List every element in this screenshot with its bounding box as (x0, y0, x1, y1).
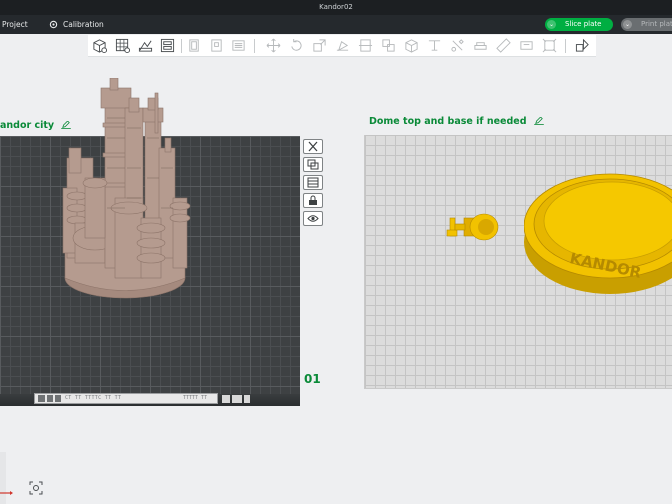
list-icon[interactable] (231, 38, 246, 53)
calibration-icon (49, 20, 58, 29)
slice-plate-label: Slice plate (565, 20, 602, 28)
plate-label: CT TT TTTTC TT TT TTTTT TT (34, 393, 218, 404)
axis-indicator-icon (0, 491, 13, 495)
auto-orient-icon[interactable] (138, 38, 153, 53)
text-icon[interactable] (519, 38, 534, 53)
split-icon[interactable] (381, 38, 396, 53)
plate-2-name: Dome top and base if needed (369, 116, 527, 127)
knob-model[interactable] (444, 208, 500, 244)
menu-project[interactable]: Project (2, 15, 28, 34)
add-plate-icon[interactable] (115, 38, 130, 53)
remove-plate-button[interactable] (303, 139, 323, 154)
rotate-icon[interactable] (289, 38, 304, 53)
toolbar-divider (565, 39, 566, 53)
boolean-icon[interactable] (404, 38, 419, 53)
city-model[interactable] (55, 78, 205, 310)
plate-label-text: CT TT TTTTC TT TT (65, 395, 122, 401)
slice-plate-button[interactable]: ⌄ Slice plate (545, 18, 613, 31)
chevron-down-icon[interactable]: ⌄ (623, 20, 632, 29)
fit-icon[interactable] (542, 38, 557, 53)
menu-calibration[interactable]: Calibration (63, 15, 104, 34)
add-object-icon[interactable] (92, 38, 107, 53)
print-plate-label: Print plate (641, 20, 672, 28)
plate-logo-icon (38, 395, 61, 402)
plate-1-name: andor city (0, 120, 55, 131)
menu-bar: Project Calibration ⌄ Slice plate ⌄ Prin… (0, 15, 672, 34)
camera-view-icon[interactable] (29, 481, 43, 495)
chevron-down-icon[interactable]: ⌄ (547, 20, 556, 29)
seam-paint-icon[interactable] (450, 38, 465, 53)
eye-icon (307, 215, 319, 222)
window-title: Kandor02 (0, 0, 672, 15)
toolbar-divider (254, 39, 255, 53)
plate-number: 01 (304, 372, 321, 386)
lock-icon (309, 195, 317, 205)
copy-icon[interactable] (187, 38, 202, 53)
dome-base-model[interactable]: KANDOR (524, 164, 672, 298)
arrange-icon[interactable] (160, 38, 175, 53)
plate-settings-button[interactable] (303, 175, 323, 190)
scale-icon[interactable] (312, 38, 327, 53)
arrange-plate-button[interactable] (303, 157, 323, 172)
main-toolbar (88, 35, 596, 57)
plate-title[interactable]: Dome top and base if needed (369, 116, 544, 127)
cut-icon[interactable] (358, 38, 373, 53)
plate-status-icons (222, 395, 250, 403)
lock-plate-button[interactable] (303, 193, 323, 208)
paste-icon[interactable] (209, 38, 224, 53)
toolbar-divider (181, 39, 182, 53)
edit-icon[interactable] (534, 117, 544, 125)
support-paint-icon[interactable] (427, 38, 442, 53)
color-paint-icon[interactable] (473, 38, 488, 53)
lay-on-face-icon[interactable] (335, 38, 350, 53)
close-icon (308, 141, 318, 152)
plate-label-number: TTTTT TT (183, 395, 208, 401)
plate-settings-icon (307, 177, 319, 188)
arrange-plate-icon (307, 159, 319, 170)
view-plate-button[interactable] (303, 211, 323, 226)
print-plate-button[interactable]: ⌄ Print plate (621, 18, 672, 31)
variable-layer-icon[interactable] (575, 38, 590, 53)
measure-icon[interactable] (496, 38, 511, 53)
move-icon[interactable] (266, 38, 281, 53)
